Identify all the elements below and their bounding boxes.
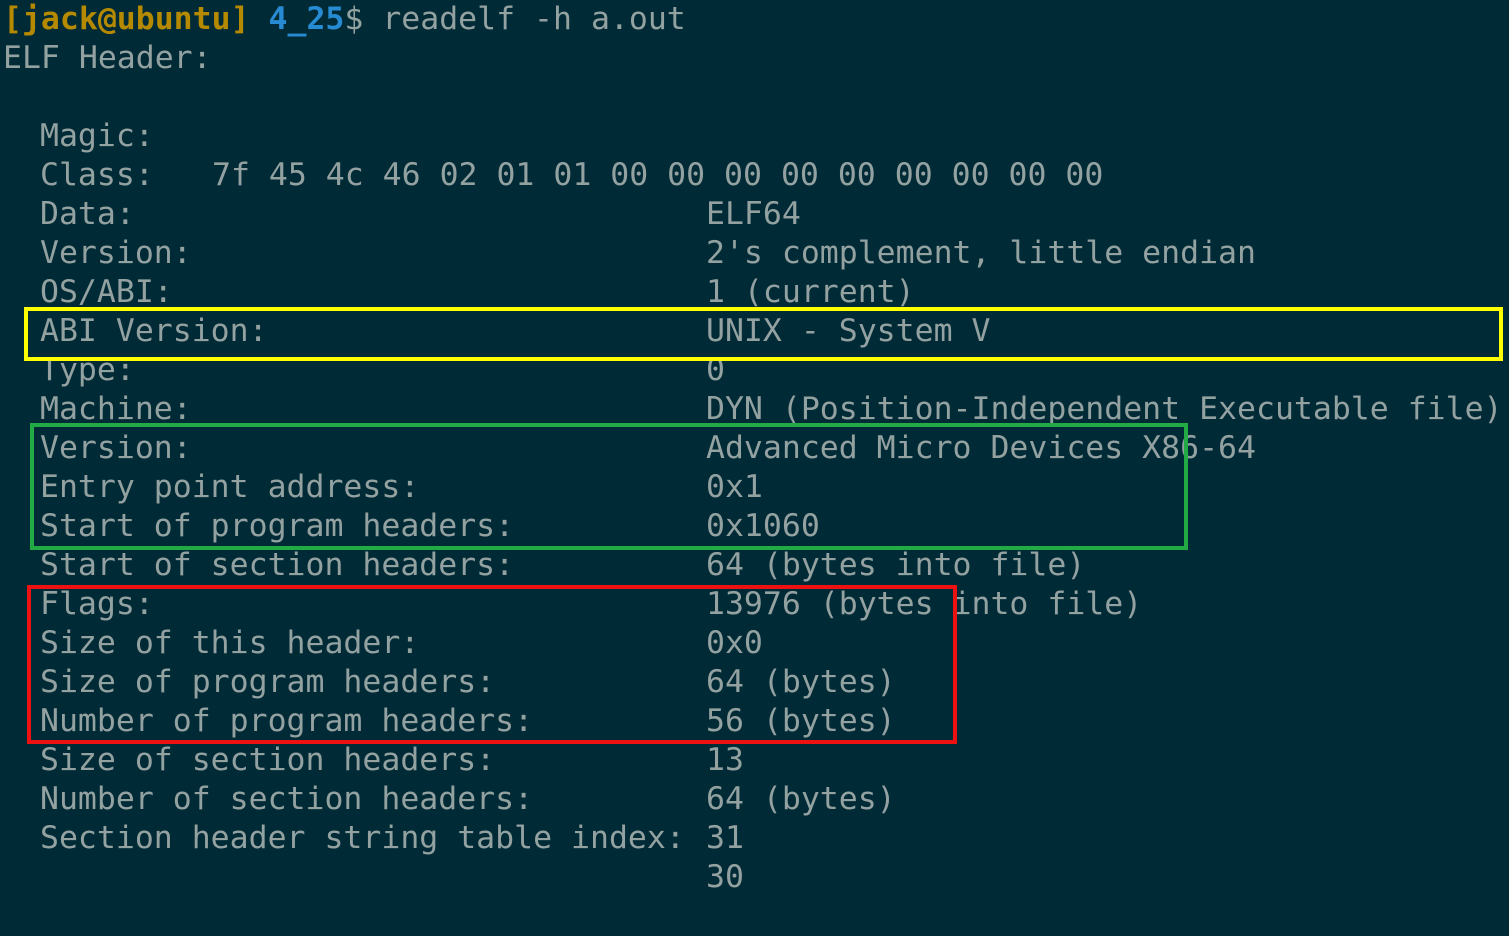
header-row-section-header-count: Number of section headers: 31 xyxy=(3,741,1509,856)
prompt-dollar: $ xyxy=(344,1,364,37)
terminal-window[interactable]: [jack@ubuntu] 4_25$ readelf -h a.out ELF… xyxy=(3,0,1509,895)
header-row-section-header-size: Size of section headers: 64 (bytes) xyxy=(3,702,1509,817)
field-value: 30 xyxy=(706,859,744,895)
header-row-flags: Flags: 0x0 xyxy=(3,546,1509,661)
field-label: Section header string table index: xyxy=(40,820,685,856)
header-row-entry-point: Entry point address: 0x1060 xyxy=(3,429,1509,544)
header-row-class: Class: ELF64 xyxy=(3,117,1509,232)
prompt-directory: 4_25 xyxy=(268,1,345,37)
field-value: 31 xyxy=(706,820,744,856)
header-row-version: Version: 1 (current) xyxy=(3,195,1509,310)
header-row-header-size: Size of this header: 64 (bytes) xyxy=(3,585,1509,700)
magic-row: Magic: 7f 45 4c 46 02 01 01 00 00 00 00 … xyxy=(3,78,1509,193)
prompt-line: [jack@ubuntu] 4_25$ readelf -h a.out xyxy=(3,0,686,39)
header-row-machine: Machine: Advanced Micro Devices X86-64 xyxy=(3,351,1509,466)
prompt-bracket-open: [ xyxy=(3,1,22,37)
header-row-section-headers-start: Start of section headers: 13976 (bytes i… xyxy=(3,507,1509,622)
prompt-bracket-close: ] xyxy=(230,1,250,37)
elf-header-title: ELF Header: xyxy=(3,40,212,76)
prompt-user-host: jack@ubuntu xyxy=(21,1,231,37)
header-row-type: Type: DYN (Position-Independent Executab… xyxy=(3,312,1509,427)
command-text: readelf -h a.out xyxy=(382,1,686,37)
header-row-program-header-size: Size of program headers: 56 (bytes) xyxy=(3,624,1509,739)
header-row-program-headers-start: Start of program headers: 64 (bytes into… xyxy=(3,468,1509,583)
header-row-abi-version: ABI Version: 0 xyxy=(3,273,1509,388)
header-row-version-2: Version: 0x1 xyxy=(3,390,1509,505)
header-row-data: Data: 2's complement, little endian xyxy=(3,156,1509,271)
header-row-program-header-count: Number of program headers: 13 xyxy=(3,663,1509,778)
header-row-os-abi: OS/ABI: UNIX - System V xyxy=(3,234,1509,349)
header-row-string-table-index: Section header string table index: 30 xyxy=(3,780,1509,895)
